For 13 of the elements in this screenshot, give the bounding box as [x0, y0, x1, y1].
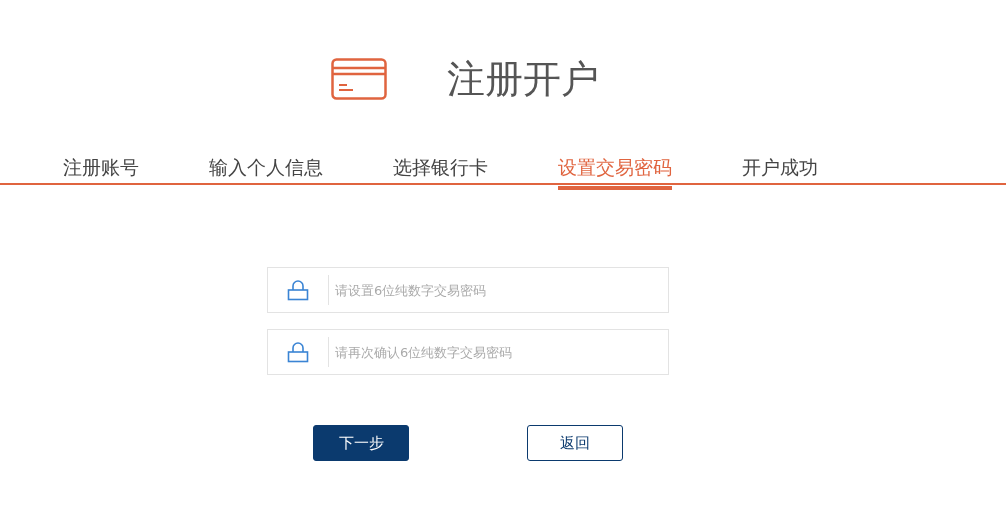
back-button[interactable]: 返回	[527, 425, 623, 461]
lock-icon	[287, 341, 309, 363]
step-tab[interactable]: 设置交易密码	[558, 155, 672, 190]
next-button[interactable]: 下一步	[313, 425, 409, 461]
password-field[interactable]: 请设置6位纯数字交易密码	[267, 267, 669, 313]
card-icon	[331, 58, 387, 100]
lock-icon	[287, 279, 309, 301]
step-tab[interactable]: 开户成功	[742, 155, 818, 183]
page-title: 注册开户	[447, 55, 599, 103]
step-tab[interactable]: 输入个人信息	[209, 155, 323, 183]
password-field[interactable]: 请再次确认6位纯数字交易密码	[267, 329, 669, 375]
step-tab[interactable]: 选择银行卡	[393, 155, 488, 183]
step-tab[interactable]: 注册账号	[63, 155, 139, 183]
